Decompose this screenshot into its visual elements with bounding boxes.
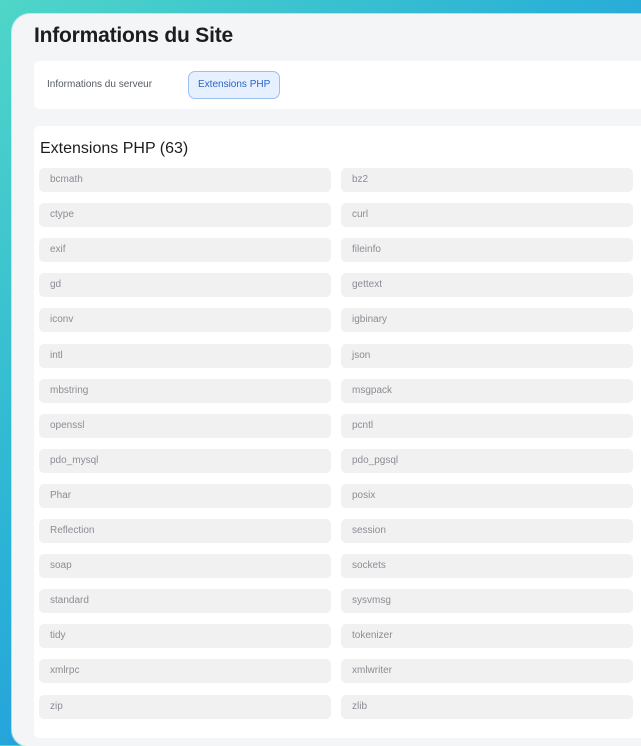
- extension-item: openssl: [39, 413, 331, 438]
- extension-item: gettext: [341, 273, 633, 298]
- extension-item: iconv: [39, 308, 331, 333]
- tab-server-info[interactable]: Informations du serveur: [38, 71, 161, 99]
- extension-item: Phar: [39, 483, 331, 508]
- extension-item: ctype: [39, 203, 331, 228]
- extension-item: fileinfo: [341, 238, 633, 263]
- extension-item: mbstring: [39, 378, 331, 403]
- extension-item: curl: [341, 203, 633, 228]
- extension-item: tokenizer: [341, 624, 633, 649]
- tab-bar: Informations du serveur Extensions PHP: [34, 61, 641, 109]
- extension-item: zlib: [341, 694, 633, 719]
- extension-item: intl: [39, 343, 331, 368]
- extension-item: pdo_mysql: [39, 448, 331, 473]
- extension-item: msgpack: [341, 378, 633, 403]
- extension-item: gd: [39, 273, 331, 298]
- extension-item: sysvmsg: [341, 589, 633, 614]
- extension-item: bz2: [341, 168, 633, 192]
- extension-item: tidy: [39, 624, 331, 649]
- extension-item: xmlwriter: [341, 659, 633, 684]
- extension-item: pcntl: [341, 413, 633, 438]
- extension-item: igbinary: [341, 308, 633, 333]
- extension-item: exif: [39, 238, 331, 263]
- site-info-window: Informations du Site Informations du ser…: [12, 14, 641, 746]
- tab-php-extensions[interactable]: Extensions PHP: [188, 71, 281, 99]
- extension-item: soap: [39, 554, 331, 579]
- extension-item: session: [341, 519, 633, 543]
- extension-item: standard: [39, 589, 331, 614]
- extension-item: json: [341, 343, 633, 368]
- extension-item: sockets: [341, 554, 633, 579]
- extension-item: pdo_pgsql: [341, 448, 633, 473]
- extension-item: posix: [341, 483, 633, 508]
- extensions-panel: Extensions PHP (63) bcmath bz2 ctype curl ex…: [34, 126, 641, 738]
- extension-item: bcmath: [39, 168, 331, 192]
- extension-item: zip: [39, 694, 331, 719]
- page-title: Informations du Site: [34, 24, 234, 47]
- section-title: Extensions PHP (63): [40, 140, 189, 157]
- extension-item: Reflection: [39, 519, 331, 543]
- extension-item: xmlrpc: [39, 659, 331, 684]
